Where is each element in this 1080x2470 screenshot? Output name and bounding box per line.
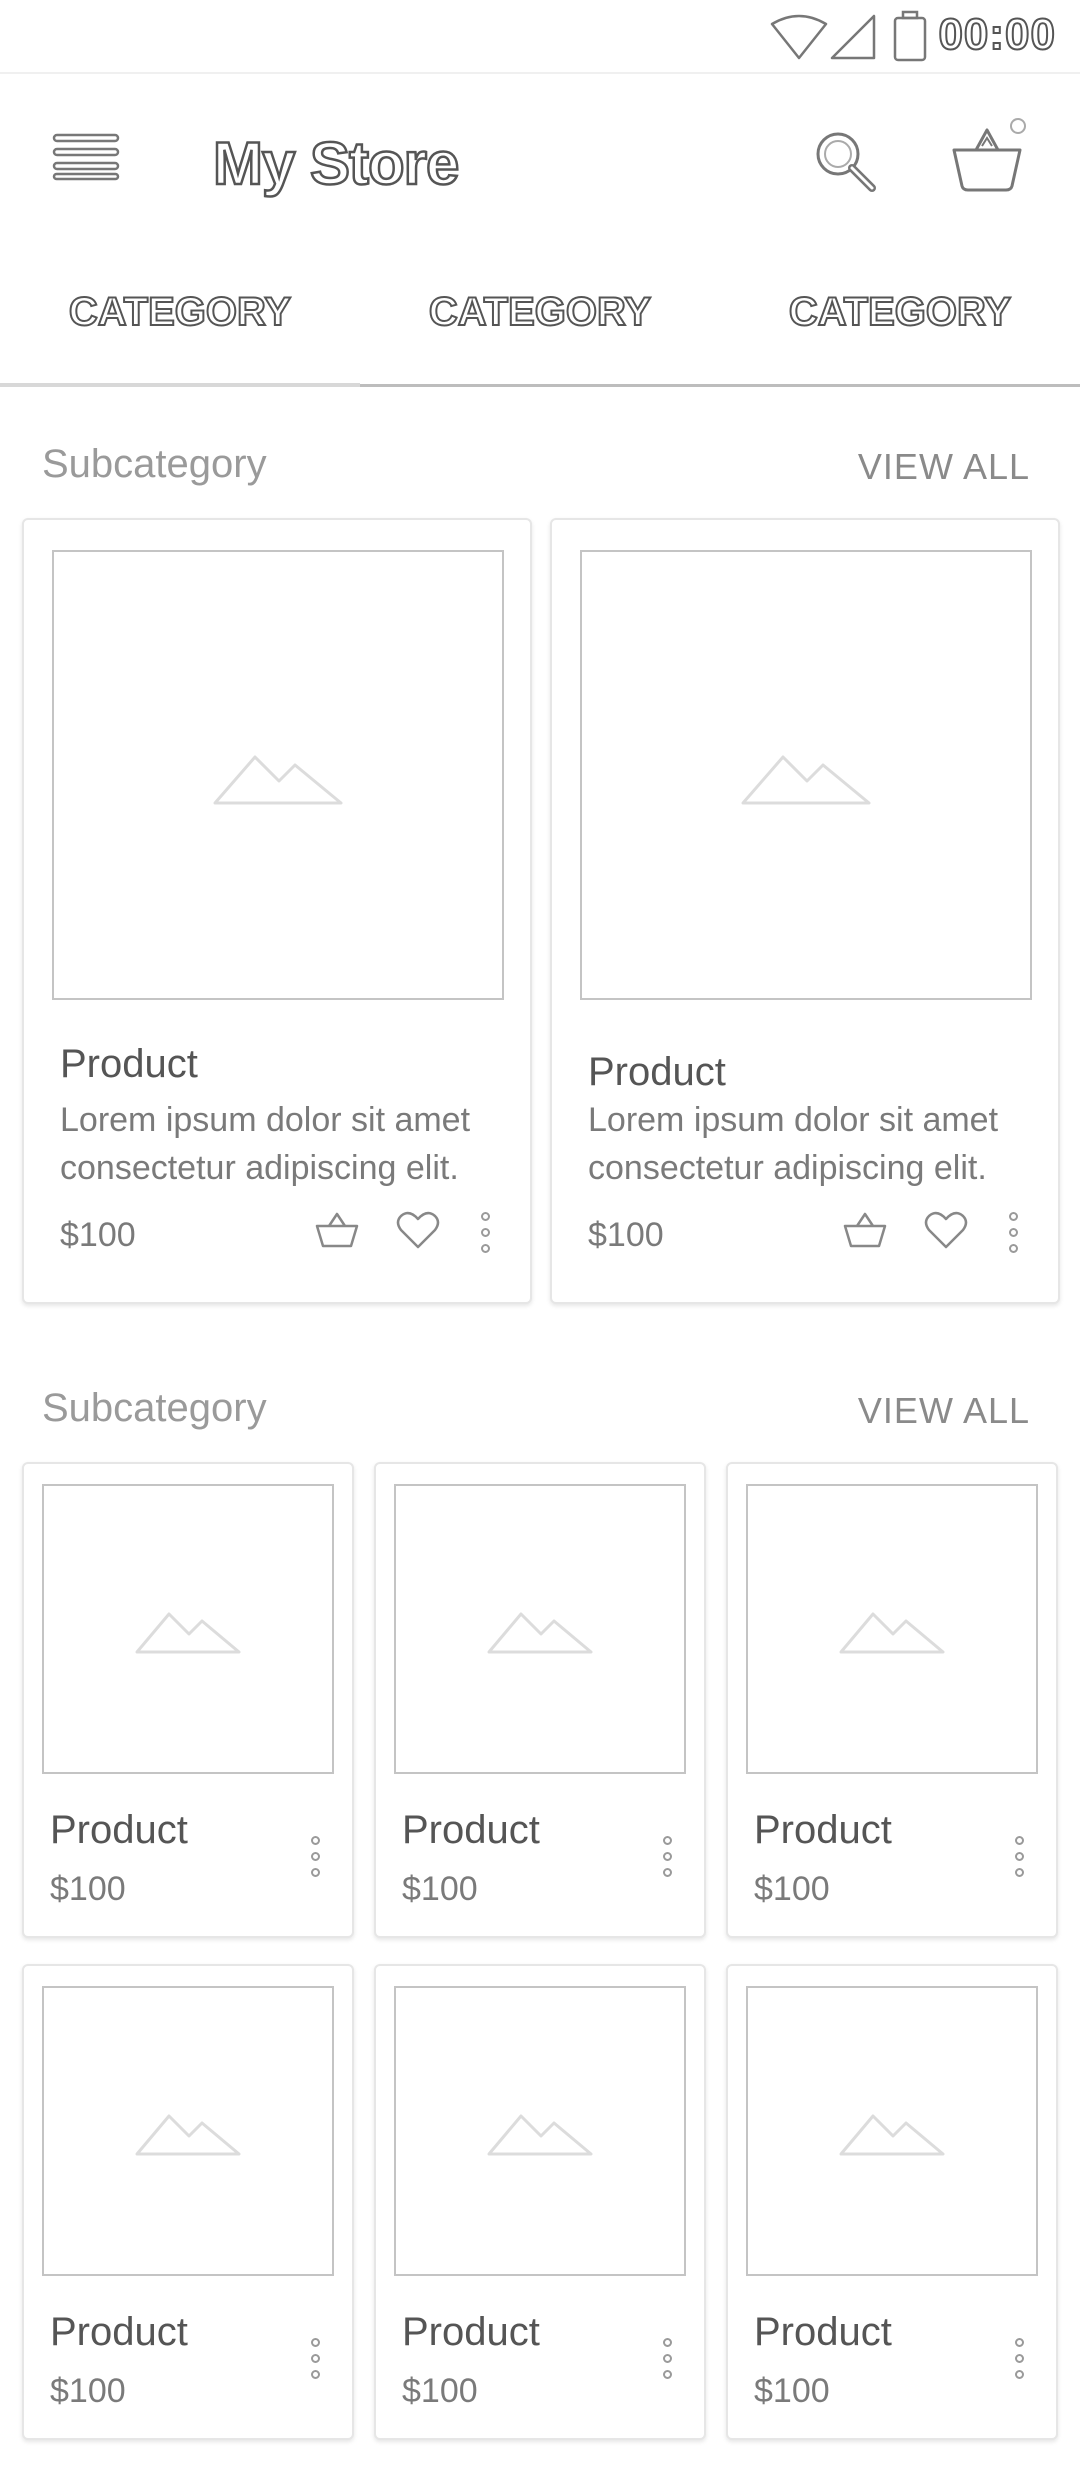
image-placeholder xyxy=(746,1986,1038,2276)
product-price: $100 xyxy=(754,1870,830,1908)
add-to-cart-icon[interactable] xyxy=(842,1210,888,1250)
product-card[interactable]: Product Lorem ipsum dolor sit amet conse… xyxy=(550,518,1060,1304)
section-title: Subcategory xyxy=(42,1386,267,1430)
section-title: Subcategory xyxy=(42,442,267,486)
product-price: $100 xyxy=(402,1870,478,1908)
tab-indicator xyxy=(0,383,360,387)
tab-label: CATEGORY xyxy=(428,289,652,335)
product-price: $100 xyxy=(60,1216,136,1254)
product-name: Product xyxy=(754,2310,892,2354)
product-card[interactable]: Product $100 xyxy=(22,1462,354,1938)
image-placeholder xyxy=(580,550,1032,1000)
product-card[interactable]: Product $100 xyxy=(374,1964,706,2440)
tab-label: CATEGORY xyxy=(788,289,1012,335)
image-icon xyxy=(487,1612,593,1654)
product-name: Product xyxy=(402,2310,540,2354)
tab-label: CATEGORY xyxy=(68,289,292,335)
product-card[interactable]: Product $100 xyxy=(374,1462,706,1938)
favorite-icon[interactable] xyxy=(396,1210,440,1250)
image-icon xyxy=(135,2114,241,2156)
category-tabs: CATEGORY CATEGORY CATEGORY xyxy=(0,244,1080,387)
product-name: Product xyxy=(50,1808,188,1852)
product-card[interactable]: Product $100 xyxy=(726,1964,1058,2440)
image-placeholder xyxy=(394,1986,686,2276)
view-all-button[interactable]: VIEW ALL xyxy=(858,446,1030,488)
image-icon xyxy=(741,755,871,805)
signal-icon xyxy=(830,14,876,60)
product-description: Lorem ipsum dolor sit amet consectetur a… xyxy=(588,1101,999,1187)
image-placeholder xyxy=(394,1484,686,1774)
image-icon xyxy=(213,755,343,805)
cart-icon[interactable] xyxy=(948,116,1030,196)
product-name: Product xyxy=(754,1808,892,1852)
image-icon xyxy=(487,2114,593,2156)
status-time: 00:00 xyxy=(937,9,1056,60)
product-name: Product xyxy=(60,1042,198,1086)
more-options-icon[interactable] xyxy=(658,1834,678,1880)
product-card[interactable]: Product Lorem ipsum dolor sit amet conse… xyxy=(22,518,532,1304)
more-options-icon[interactable] xyxy=(306,2336,326,2382)
image-icon xyxy=(135,1612,241,1654)
app-title: My Store xyxy=(212,129,461,199)
wifi-icon xyxy=(770,14,828,60)
product-price: $100 xyxy=(50,2372,126,2410)
image-icon xyxy=(839,2114,945,2156)
image-placeholder xyxy=(42,1484,334,1774)
image-placeholder xyxy=(52,550,504,1000)
tab-category-1[interactable]: CATEGORY xyxy=(0,244,360,381)
image-placeholder xyxy=(42,1986,334,2276)
product-card[interactable]: Product $100 xyxy=(22,1964,354,2440)
product-price: $100 xyxy=(588,1216,664,1254)
favorite-icon[interactable] xyxy=(924,1210,968,1250)
product-price: $100 xyxy=(402,2372,478,2410)
image-placeholder xyxy=(746,1484,1038,1774)
more-options-icon[interactable] xyxy=(1010,2336,1030,2382)
status-bar: 00:00 xyxy=(0,0,1080,74)
tab-category-2[interactable]: CATEGORY xyxy=(360,244,720,381)
more-options-icon[interactable] xyxy=(1010,1834,1030,1880)
add-to-cart-icon[interactable] xyxy=(314,1210,360,1250)
more-options-icon[interactable] xyxy=(476,1210,496,1256)
more-options-icon[interactable] xyxy=(306,1834,326,1880)
product-name: Product xyxy=(588,1050,726,1094)
tab-category-3[interactable]: CATEGORY xyxy=(720,244,1080,381)
product-name: Product xyxy=(50,2310,188,2354)
product-card[interactable]: Product $100 xyxy=(726,1462,1058,1938)
image-icon xyxy=(839,1612,945,1654)
app-bar: My Store xyxy=(0,74,1080,244)
more-options-icon[interactable] xyxy=(1004,1210,1024,1256)
view-all-button[interactable]: VIEW ALL xyxy=(858,1390,1030,1432)
product-description: Lorem ipsum dolor sit amet consectetur a… xyxy=(60,1101,471,1187)
battery-icon xyxy=(893,10,927,62)
product-name: Product xyxy=(402,1808,540,1852)
search-icon[interactable] xyxy=(812,128,878,194)
menu-icon[interactable] xyxy=(52,132,120,182)
product-price: $100 xyxy=(50,1870,126,1908)
more-options-icon[interactable] xyxy=(658,2336,678,2382)
product-price: $100 xyxy=(754,2372,830,2410)
